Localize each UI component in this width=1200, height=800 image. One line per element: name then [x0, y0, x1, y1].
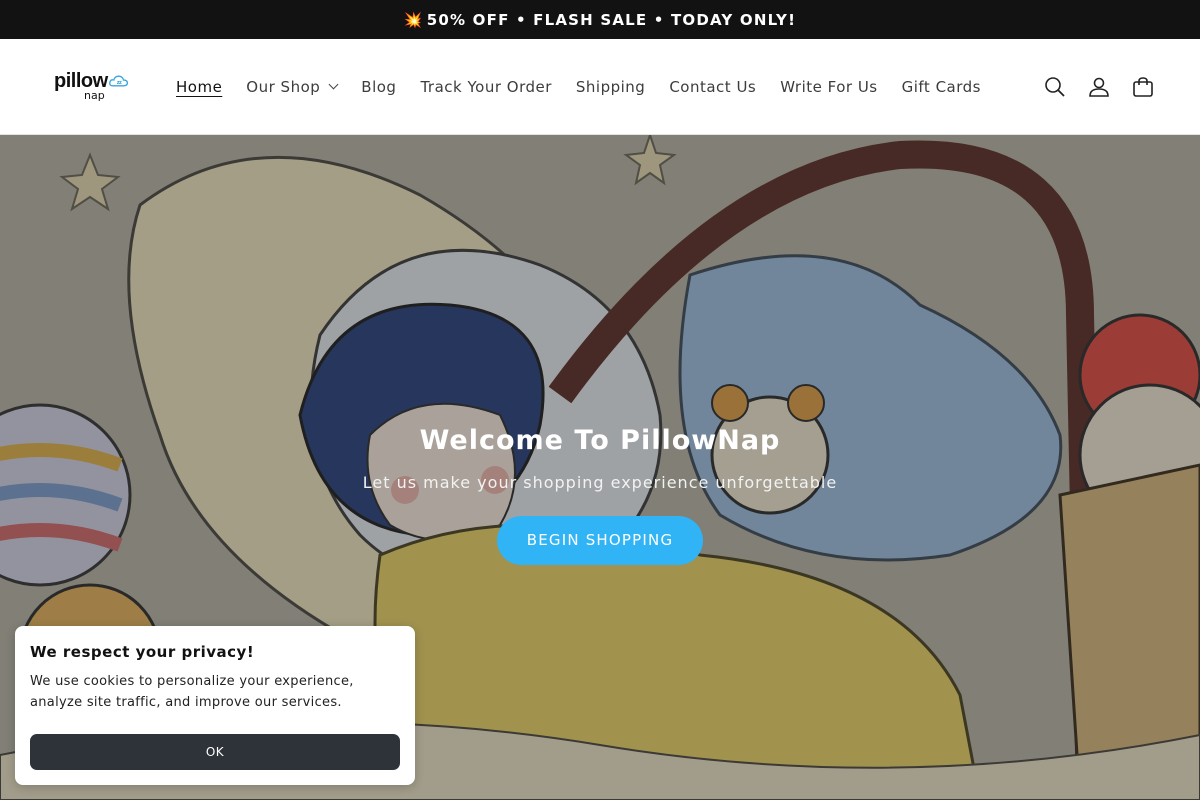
explosion-icon: 💥 [403, 10, 424, 29]
announcement-text: 50% OFF • FLASH SALE • TODAY ONLY! [426, 10, 797, 29]
search-icon[interactable] [1044, 76, 1066, 98]
nav-track-order[interactable]: Track Your Order [408, 78, 563, 96]
cloud-icon: zz [108, 75, 128, 87]
svg-text:zz: zz [116, 81, 121, 86]
nav-our-shop-label: Our Shop [246, 77, 321, 96]
logo[interactable]: pillow zz nap [54, 70, 128, 102]
header-icons [1044, 39, 1154, 135]
account-icon[interactable] [1088, 76, 1110, 98]
nav-our-shop[interactable]: Our Shop [234, 78, 349, 96]
cookie-ok-button[interactable]: OK [30, 734, 400, 770]
hero-subtitle: Let us make your shopping experience unf… [362, 473, 838, 492]
nav-write-for-us[interactable]: Write For Us [768, 78, 889, 96]
main-nav: Home Our Shop Blog Track Your Order Ship… [164, 78, 993, 96]
logo-subtext: nap [84, 89, 105, 102]
nav-gift-cards[interactable]: Gift Cards [890, 78, 993, 96]
nav-home[interactable]: Home [164, 78, 234, 96]
begin-shopping-button[interactable]: BEGIN SHOPPING [496, 516, 704, 565]
nav-blog[interactable]: Blog [349, 78, 408, 96]
cookie-title: We respect your privacy! [30, 643, 255, 661]
cookie-text: We use cookies to personalize your exper… [30, 674, 354, 710]
chevron-down-icon [328, 79, 339, 90]
hero-title: Welcome To PillowNap [419, 425, 781, 456]
cart-icon[interactable] [1132, 76, 1154, 98]
announcement-bar: 💥 50% OFF • FLASH SALE • TODAY ONLY! [0, 0, 1200, 39]
cookie-banner: We respect your privacy! We use cookies … [15, 626, 415, 785]
hero-content: Welcome To PillowNap Let us make your sh… [0, 421, 1200, 565]
logo-wordmark: pillow [54, 70, 108, 92]
nav-contact[interactable]: Contact Us [657, 78, 768, 96]
nav-shipping[interactable]: Shipping [564, 78, 657, 96]
site-header: pillow zz nap Home Our Shop Blog Track Y… [0, 39, 1200, 135]
